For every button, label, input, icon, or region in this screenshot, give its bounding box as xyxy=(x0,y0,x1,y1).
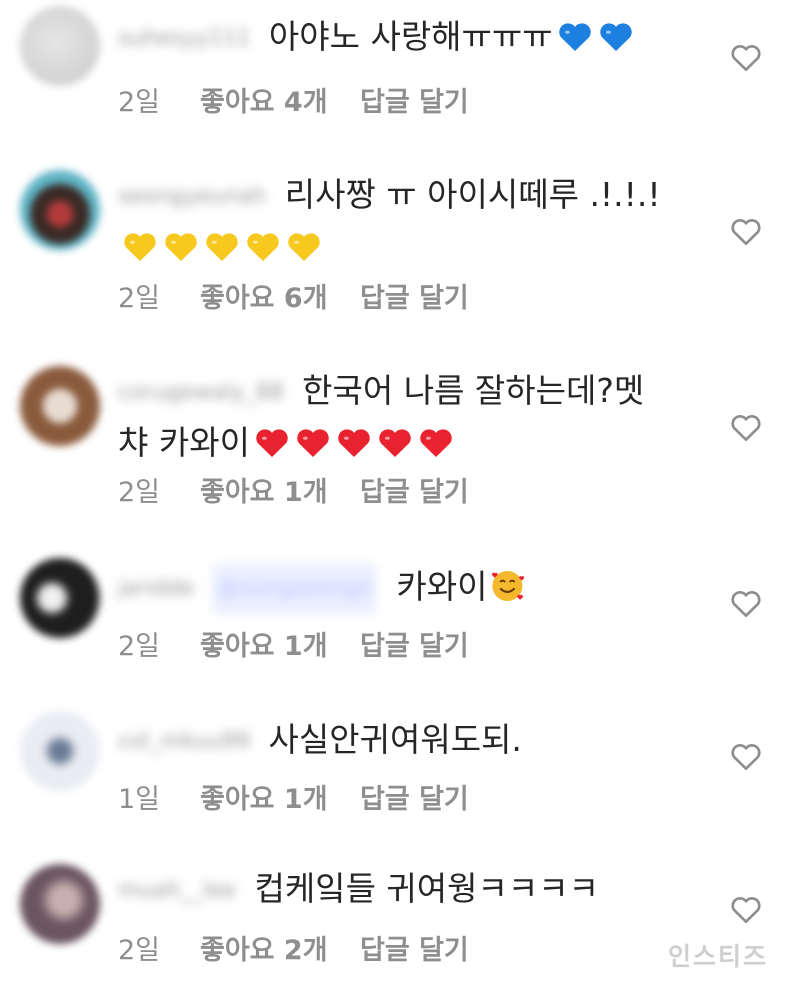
yellow-heart-icon xyxy=(124,232,156,261)
comment-username[interactable]: col_mkuu99 xyxy=(118,717,250,767)
yellow-heart-icon xyxy=(288,232,320,261)
comment-time: 2일 xyxy=(118,477,161,508)
comment-body: suhesyy111 아야노 사랑해ㅠㅠㅠ xyxy=(118,12,718,64)
comment-text: 사실안귀여워도되. xyxy=(268,720,522,759)
red-heart-icon xyxy=(420,428,452,457)
comment-meta: 1일 좋아요 1개 답글 달기 xyxy=(118,777,469,816)
comment-body: corugewaly_88 한국어 나름 잘하는데?멧 챠 카와이 xyxy=(118,366,718,468)
comment-time: 2일 xyxy=(118,87,161,118)
comment-text: 한국어 나름 잘하는데?멧 xyxy=(302,371,645,410)
yellow-heart-icon xyxy=(247,232,279,261)
comment-text: 아야노 사랑해ㅠㅠㅠ xyxy=(268,17,553,56)
reply-button[interactable]: 답글 달기 xyxy=(360,928,469,967)
blue-heart-icon xyxy=(558,23,591,52)
avatar[interactable] xyxy=(20,170,100,250)
red-heart-icon xyxy=(379,428,411,457)
reply-button[interactable]: 답글 달기 xyxy=(360,624,469,663)
comment-likes-count[interactable]: 좋아요 4개 xyxy=(200,80,360,119)
comment-username[interactable]: muah__lee xyxy=(118,866,236,916)
smiling-face-with-hearts-icon xyxy=(487,567,528,606)
comment-meta: 2일 좋아요 1개 답글 달기 xyxy=(118,470,469,509)
reply-button[interactable]: 답글 달기 xyxy=(360,80,469,119)
comment-body: seongyeunah 리사짱 ㅠ 아이시떼루 .!.!.! xyxy=(118,170,718,272)
reply-button[interactable]: 답글 달기 xyxy=(360,276,469,315)
reply-button[interactable]: 답글 달기 xyxy=(360,470,469,509)
comment-item: corugewaly_88 한국어 나름 잘하는데?멧 챠 카와이 2일 좋아요 … xyxy=(0,358,800,538)
like-heart-icon[interactable] xyxy=(730,412,762,442)
comment-likes-count[interactable]: 좋아요 1개 xyxy=(200,777,360,816)
comment-text: 카와이 xyxy=(396,567,488,606)
comment-item: seongyeunah 리사짱 ㅠ 아이시떼루 .!.!.! 2일 좋아요 6개 답… xyxy=(0,160,800,360)
red-heart-icon xyxy=(297,428,329,457)
comment-meta: 2일 좋아요 2개 답글 달기 xyxy=(118,928,469,967)
comment-username[interactable]: jaridde xyxy=(118,564,194,614)
avatar[interactable] xyxy=(20,864,100,944)
avatar[interactable] xyxy=(20,711,100,791)
comment-text: 컵케잌들 귀여웡ㅋㅋㅋㅋ xyxy=(254,869,599,908)
comment-time: 1일 xyxy=(118,784,161,815)
comment-likes-count[interactable]: 좋아요 2개 xyxy=(200,928,360,967)
comment-likes-count[interactable]: 좋아요 1개 xyxy=(200,470,360,509)
comment-username[interactable]: corugewaly_88 xyxy=(118,368,284,418)
avatar[interactable] xyxy=(20,558,100,638)
comment-item: muah__lee 컵케잌들 귀여웡ㅋㅋㅋㅋ 2일 좋아요 2개 답글 달기 xyxy=(0,856,800,999)
yellow-heart-icon xyxy=(206,232,238,261)
red-heart-icon xyxy=(256,428,288,457)
comment-meta: 2일 좋아요 6개 답글 달기 xyxy=(118,276,469,315)
comment-item: col_mkuu99 사실안귀여워도되. 1일 좋아요 1개 답글 달기 xyxy=(0,703,800,853)
comment-username[interactable]: seongyeunah xyxy=(118,172,266,222)
like-heart-icon[interactable] xyxy=(730,42,762,72)
comment-text: 리사짱 ㅠ 아이시떼루 .!.!.! xyxy=(284,175,661,214)
comment-item: jaridde @sungseongo 카와이 2일 좋아요 1개 답글 달기 xyxy=(0,550,800,700)
comment-time: 2일 xyxy=(118,631,161,662)
comment-body: muah__lee 컵케잌들 귀여웡ㅋㅋㅋㅋ xyxy=(118,864,718,916)
comment-body: jaridde @sungseongo 카와이 xyxy=(118,562,718,614)
smiling-face-with-hearts-icon xyxy=(492,570,525,602)
yellow-heart-icon xyxy=(118,227,323,266)
like-heart-icon[interactable] xyxy=(730,894,762,924)
avatar[interactable] xyxy=(20,366,100,446)
comment-time: 2일 xyxy=(118,283,161,314)
comment-likes-count[interactable]: 좋아요 1개 xyxy=(200,624,360,663)
red-heart-icon xyxy=(250,423,455,462)
reply-button[interactable]: 답글 달기 xyxy=(360,777,469,816)
like-heart-icon[interactable] xyxy=(730,588,762,618)
blue-heart-icon xyxy=(599,23,632,52)
blue-heart-icon xyxy=(553,17,635,56)
comment-meta: 2일 좋아요 1개 답글 달기 xyxy=(118,624,469,663)
avatar[interactable] xyxy=(20,6,100,86)
yellow-heart-icon xyxy=(165,232,197,261)
watermark: 인스티즈 xyxy=(667,942,768,971)
comment-username[interactable]: suhesyy111 xyxy=(118,14,250,64)
like-heart-icon[interactable] xyxy=(730,216,762,246)
comment-text-continued: 챠 카와이 xyxy=(118,422,250,462)
like-heart-icon[interactable] xyxy=(730,741,762,771)
comment-meta: 2일 좋아요 4개 답글 달기 xyxy=(118,80,469,119)
red-heart-icon xyxy=(338,428,370,457)
comment-time: 2일 xyxy=(118,935,161,966)
comment-body: col_mkuu99 사실안귀여워도되. xyxy=(118,715,718,767)
comment-likes-count[interactable]: 좋아요 6개 xyxy=(200,276,360,315)
mention-link[interactable]: @sungseongo xyxy=(212,563,376,614)
